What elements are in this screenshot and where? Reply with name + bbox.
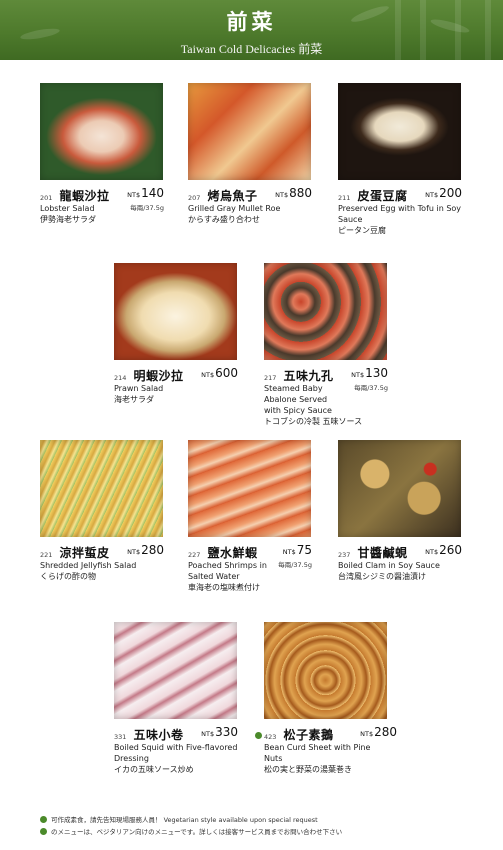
menu-item-214[interactable]: 214 明蝦沙拉 NT$600 Prawn Salad 海老サラダ (114, 263, 240, 405)
prawn-salad-photo (114, 263, 237, 360)
menu-item-237[interactable]: 237 甘醬鹹蜆 NT$260 Boiled Clam in Soy Sauce… (338, 440, 464, 582)
squid-photo (114, 622, 237, 719)
item-code: 221 (40, 551, 53, 559)
menu-item-227[interactable]: 227 鹽水鮮蝦 NT$75 每兩/37.5g Poached Shrimps … (188, 440, 314, 593)
item-english-name: Boiled Clam in Soy Sauce (338, 561, 440, 570)
item-english-name: Prawn Salad (114, 384, 164, 393)
item-english-name: Shredded Jellyfish Salad (40, 561, 137, 570)
jellyfish-photo (40, 440, 163, 537)
vegetarian-icon (255, 732, 262, 739)
menu-item-423[interactable]: 423 松子素鵝 NT$280 Bean Curd Sheet with Pin… (255, 622, 397, 775)
menu-item-211[interactable]: 211 皮蛋豆腐 NT$200 Preserved Egg with Tofu … (338, 83, 464, 236)
footer-note-japanese: のメニューは、ベジタリアン向けのメニューです。詳しくは接客サービス員までお問い合… (40, 826, 500, 838)
item-unit: 每兩/37.5g (278, 561, 312, 569)
menu-item-331[interactable]: 331 五味小卷 NT$330 Boiled Squid with Five-f… (114, 622, 240, 775)
item-code: 207 (188, 194, 201, 202)
item-name: 鹽水鮮蝦 (207, 546, 258, 560)
item-name: 烤烏魚子 (207, 189, 258, 203)
item-japanese-name: イカの五味ソース炒め (114, 765, 194, 774)
menu-item-217[interactable]: 217 五味九孔 NT$130 每兩/37.5g Steamed Baby Ab… (264, 263, 390, 427)
shrimp-photo (188, 440, 311, 537)
item-code: 211 (338, 194, 351, 202)
item-price: NT$260 (425, 543, 462, 557)
item-japanese-name: 松の実と野菜の湯葉巻き (264, 765, 352, 774)
item-japanese-name: くらげの酢の物 (40, 572, 96, 581)
item-price: NT$140 (127, 186, 164, 200)
item-english-name: Boiled Squid with Five-flavored Dressing (114, 743, 238, 763)
item-code: 217 (264, 374, 277, 382)
item-code: 237 (338, 551, 351, 559)
item-price: NT$200 (425, 186, 462, 200)
item-code: 214 (114, 374, 127, 382)
item-price: NT$280 (360, 725, 397, 739)
item-code: 201 (40, 194, 53, 202)
item-price: NT$280 (127, 543, 164, 557)
item-english-name: Bean Curd Sheet with Pine Nuts (264, 743, 371, 763)
item-price: NT$880 (275, 186, 312, 200)
item-name: 五味九孔 (283, 369, 334, 383)
item-english-name: Steamed Baby Abalone Served with Spicy S… (264, 384, 332, 415)
item-code: 227 (188, 551, 201, 559)
item-name: 涼拌蜇皮 (59, 546, 110, 560)
item-unit: 每兩/37.5g (130, 204, 164, 212)
item-name: 龍蝦沙拉 (59, 189, 110, 203)
mullet-roe-photo (188, 83, 311, 180)
item-japanese-name: 伊勢海老サラダ (40, 215, 96, 224)
preserved-egg-tofu-photo (338, 83, 461, 180)
footer-note-vegetarian: 可作成素食，請先告知現場服務人員！ Vegetarian style avail… (40, 814, 500, 826)
item-japanese-name: 車海老の塩味煮付け (188, 583, 260, 592)
header-banner: 前菜 Taiwan Cold Delicacies 前菜 (0, 0, 503, 60)
vegetarian-icon (40, 828, 47, 835)
item-code: 331 (114, 733, 127, 741)
item-japanese-name: からすみ盛り合わせ (188, 215, 260, 224)
item-japanese-name: 台湾風シジミの醤油漬け (338, 572, 426, 581)
item-name: 明蝦沙拉 (133, 369, 184, 383)
lobster-salad-photo (40, 83, 163, 180)
clam-photo (338, 440, 461, 537)
item-price: NT$330 (201, 725, 238, 739)
item-name: 甘醬鹹蜆 (357, 546, 408, 560)
item-name: 松子素鵝 (283, 728, 334, 742)
item-english-name: Preserved Egg with Tofu in Soy Sauce (338, 204, 462, 224)
item-name: 五味小卷 (133, 728, 184, 742)
menu-item-207[interactable]: 207 烤烏魚子 NT$880 Grilled Gray Mullet Roe … (188, 83, 314, 225)
footer-notes: 可作成素食，請先告知現場服務人員！ Vegetarian style avail… (40, 814, 500, 838)
item-japanese-name: ピータン豆腐 (338, 226, 386, 235)
abalone-photo (264, 263, 387, 360)
item-japanese-name: トコブシの冷製 五味ソース (264, 417, 363, 426)
menu-item-221[interactable]: 221 涼拌蜇皮 NT$280 Shredded Jellyfish Salad… (40, 440, 166, 582)
item-unit: 每兩/37.5g (354, 384, 388, 392)
vegetarian-icon (40, 816, 47, 823)
menu-item-201[interactable]: 201 龍蝦沙拉 NT$140 每兩/37.5g Lobster Salad 伊… (40, 83, 166, 225)
item-name: 皮蛋豆腐 (357, 189, 408, 203)
page-subtitle: Taiwan Cold Delicacies 前菜 (180, 42, 323, 56)
item-price: NT$600 (201, 366, 238, 380)
item-price: NT$75 (282, 543, 312, 557)
item-code: 423 (264, 733, 277, 741)
item-price: NT$130 (351, 366, 388, 380)
item-english-name: Grilled Gray Mullet Roe (188, 204, 281, 213)
item-english-name: Poached Shrimps in Salted Water (188, 561, 267, 581)
bean-curd-photo (264, 622, 387, 719)
page-title: 前菜 (226, 9, 277, 34)
item-japanese-name: 海老サラダ (114, 395, 154, 404)
